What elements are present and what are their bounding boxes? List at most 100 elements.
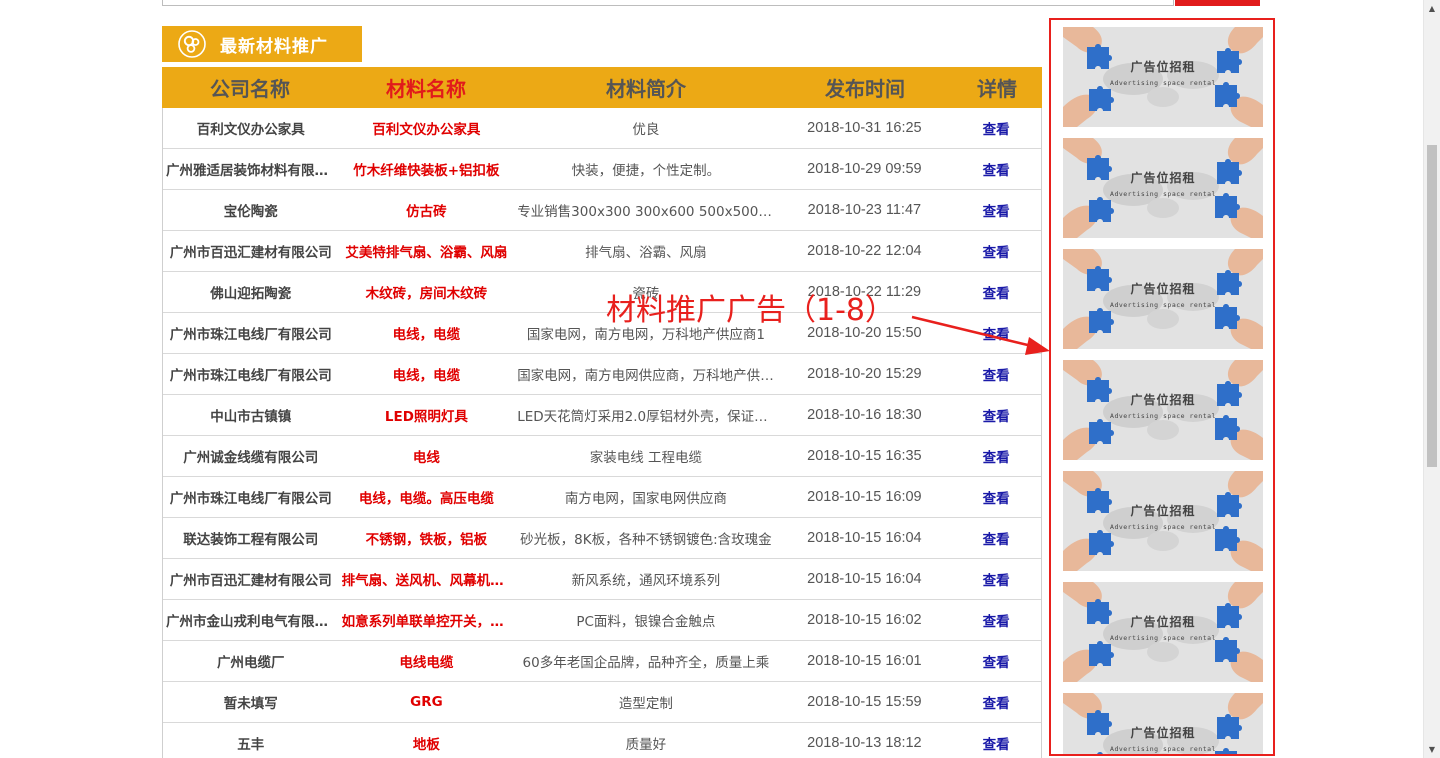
view-detail-link[interactable]: 查看	[951, 282, 1041, 302]
table-row: 广州市珠江电线厂有限公司 电线，电缆 国家电网，南方电网，万科地产供应商1 2018-…	[163, 313, 1041, 354]
view-detail-link[interactable]: 查看	[951, 733, 1041, 753]
view-detail-link[interactable]: 查看	[951, 405, 1041, 425]
ad-banner[interactable]: 广告位招租 Advertising space rental	[1063, 582, 1263, 682]
ad-subtitle: Advertising space rental	[1110, 79, 1216, 87]
view-detail-link[interactable]: 查看	[951, 569, 1041, 589]
company-cell: 广州雅适居装饰材料有限公司	[166, 163, 339, 179]
intro-cell: 优良	[632, 122, 660, 138]
date-cell: 2018-10-16 18:30	[807, 407, 922, 423]
date-cell: 2018-10-15 16:02	[807, 612, 922, 628]
intro-cell: 砂光板，8K板，各种不锈钢镀色:含玫瑰金	[520, 532, 772, 548]
company-cell: 百利文仪办公家具	[196, 122, 305, 138]
date-cell: 2018-10-15 16:09	[807, 489, 922, 505]
ad-title: 广告位招租	[1130, 393, 1196, 407]
material-cell: 地板	[412, 737, 440, 753]
header-company: 公司名称	[210, 77, 290, 101]
view-detail-link[interactable]: 查看	[951, 323, 1041, 343]
header-detail: 详情	[977, 77, 1017, 101]
table-row: 宝伦陶瓷 仿古砖 专业销售300x300 300x600 500x500 600x6…	[163, 190, 1041, 231]
search-input[interactable]	[162, 0, 1174, 6]
material-cell: 电线电缆	[399, 655, 454, 671]
material-cell: 电线	[412, 450, 440, 466]
view-detail-link[interactable]: 查看	[951, 118, 1041, 138]
company-cell: 广州诚金线缆有限公司	[183, 450, 319, 466]
ad-subtitle: Advertising space rental	[1110, 412, 1216, 420]
table-row: 百利文仪办公家具 百利文仪办公家具 优良 2018-10-31 16:25 查看	[163, 108, 1041, 149]
material-cell: 木纹砖，房间木纹砖	[365, 286, 488, 302]
material-cell: 电线，电缆。高压电缆	[358, 491, 494, 507]
company-cell: 广州电缆厂	[217, 655, 285, 671]
date-cell: 2018-10-15 16:04	[807, 571, 922, 587]
material-cell: 排气扇、送风机、风幕机系列	[341, 573, 515, 589]
ad-title: 广告位招租	[1130, 60, 1196, 74]
view-detail-link[interactable]: 查看	[951, 692, 1041, 712]
date-cell: 2018-10-23 11:47	[807, 202, 922, 218]
ad-title: 广告位招租	[1130, 615, 1196, 629]
header-intro: 材料简介	[606, 77, 686, 101]
date-cell: 2018-10-15 15:59	[807, 694, 922, 710]
material-cell: 百利文仪办公家具	[372, 122, 481, 138]
material-cell: LED照明灯具	[384, 409, 468, 425]
table-row: 广州市珠江电线厂有限公司 电线，电缆 国家电网，南方电网供应商，万科地产供应商 201…	[163, 354, 1041, 395]
gears-icon	[178, 30, 206, 58]
table-row: 中山市古镇镇 LED照明灯具 LED天花筒灯采用2.0厚铝材外壳，保证散热 2018-…	[163, 395, 1041, 436]
ad-image	[1063, 582, 1263, 682]
scrollbar[interactable]: ▲ ▼	[1423, 0, 1440, 758]
date-cell: 2018-10-29 09:59	[807, 161, 922, 177]
view-detail-link[interactable]: 查看	[951, 528, 1041, 548]
view-detail-link[interactable]: 查看	[951, 200, 1041, 220]
view-detail-link[interactable]: 查看	[951, 241, 1041, 261]
ad-banner[interactable]: 广告位招租 Advertising space rental	[1063, 249, 1263, 349]
header-date: 发布时间	[825, 77, 905, 101]
date-cell: 2018-10-15 16:35	[807, 448, 922, 464]
ad-subtitle: Advertising space rental	[1110, 301, 1216, 309]
intro-cell: 质量好	[625, 737, 667, 753]
view-detail-link[interactable]: 查看	[951, 651, 1041, 671]
view-detail-link[interactable]: 查看	[951, 487, 1041, 507]
scroll-down-arrow-icon[interactable]: ▼	[1424, 741, 1440, 758]
search-button[interactable]	[1175, 0, 1260, 6]
ad-image	[1063, 471, 1263, 571]
date-cell: 2018-10-13 18:12	[807, 735, 922, 751]
material-cell: 竹木纤维快装板+铝扣板	[353, 163, 500, 179]
view-detail-link[interactable]: 查看	[951, 446, 1041, 466]
section-header: 最新材料推广	[162, 26, 362, 62]
intro-cell: 南方电网，国家电网供应商	[564, 491, 727, 507]
scroll-thumb[interactable]	[1427, 145, 1437, 467]
ad-banner[interactable]: 广告位招租 Advertising space rental	[1063, 693, 1263, 754]
view-detail-link[interactable]: 查看	[951, 159, 1041, 179]
date-cell: 2018-10-31 16:25	[807, 120, 922, 136]
intro-cell: 排气扇、浴霸、风扇	[585, 245, 707, 261]
table-row: 暂未填写 GRG 造型定制 2018-10-15 15:59 查看	[163, 682, 1041, 723]
table-row: 联达装饰工程有限公司 不锈钢，铁板，铝板 砂光板，8K板，各种不锈钢镀色:含玫瑰金 2…	[163, 518, 1041, 559]
table-row: 五丰 地板 质量好 2018-10-13 18:12 查看	[163, 723, 1041, 758]
intro-cell: 家装电线 工程电缆	[589, 450, 703, 466]
intro-cell: 60多年老国企品牌，品种齐全，质量上乘	[522, 655, 770, 671]
ad-title: 广告位招租	[1130, 282, 1196, 296]
ad-banner[interactable]: 广告位招租 Advertising space rental	[1063, 27, 1263, 127]
company-cell: 暂未填写	[223, 696, 278, 712]
ad-banner[interactable]: 广告位招租 Advertising space rental	[1063, 471, 1263, 571]
view-detail-link[interactable]: 查看	[951, 364, 1041, 384]
scroll-up-arrow-icon[interactable]: ▲	[1424, 0, 1440, 17]
header-material: 材料名称	[386, 77, 466, 101]
ad-image	[1063, 27, 1263, 127]
view-detail-link[interactable]: 查看	[951, 610, 1041, 630]
intro-cell: 专业销售300x300 300x600 500x500 600x600	[517, 204, 777, 220]
ad-title: 广告位招租	[1130, 726, 1196, 740]
ad-banner[interactable]: 广告位招租 Advertising space rental	[1063, 360, 1263, 460]
table-row: 广州市百迅汇建材有限公司 排气扇、送风机、风幕机系列 新风系统，通风环境系列 2018…	[163, 559, 1041, 600]
company-cell: 中山市古镇镇	[210, 409, 292, 425]
intro-cell: 新风系统，通风环境系列	[571, 573, 721, 589]
intro-cell: 快装，便捷，个性定制。	[571, 163, 721, 179]
ad-column: 广告位招租 Advertising space rental 广告位招租 Advert…	[1049, 18, 1275, 756]
ad-image	[1063, 360, 1263, 460]
date-cell: 2018-10-15 16:01	[807, 653, 922, 669]
ad-title: 广告位招租	[1130, 171, 1196, 185]
date-cell: 2018-10-20 15:29	[807, 366, 922, 382]
ad-subtitle: Advertising space rental	[1110, 634, 1216, 642]
date-cell: 2018-10-22 12:04	[807, 243, 922, 259]
ad-banner[interactable]: 广告位招租 Advertising space rental	[1063, 138, 1263, 238]
ad-image	[1063, 249, 1263, 349]
table-row: 广州诚金线缆有限公司 电线 家装电线 工程电缆 2018-10-15 16:35 查看	[163, 436, 1041, 477]
